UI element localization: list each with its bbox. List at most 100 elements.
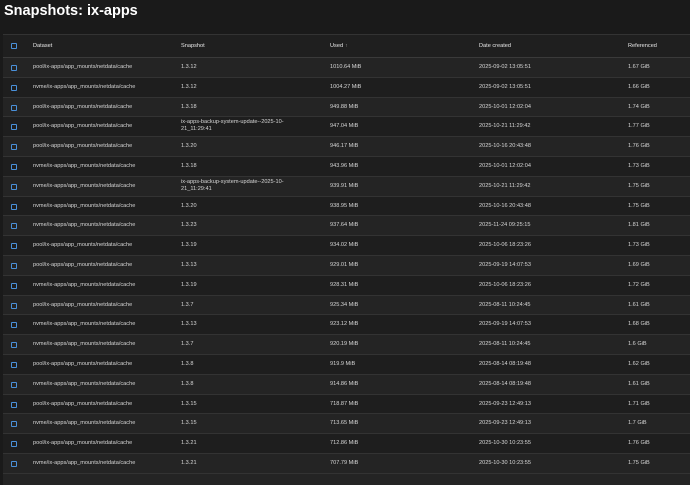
cell-date-created: 2025-08-14 08:19:48 xyxy=(479,361,531,367)
table-header: Dataset Snapshot Used ↑ Date created Refe… xyxy=(3,35,690,58)
table-row[interactable]: pool/ix-apps/app_mounts/netdata/cache 1.3… xyxy=(3,256,690,276)
table-row[interactable]: nvme/ix-apps/app_mounts/netdata/cache 1.3… xyxy=(3,335,690,355)
row-checkbox[interactable] xyxy=(11,144,17,151)
table-row[interactable]: nvme/ix-apps/app_mounts/netdata/cache 1.3… xyxy=(3,196,690,217)
cell-referenced: 1.71 GiB xyxy=(628,400,650,407)
table-row[interactable]: nvme/ix-apps/app_mounts/netdata/cache 1.3… xyxy=(3,315,690,336)
row-checkbox[interactable] xyxy=(11,243,17,250)
cell-used: 1004.27 MiB xyxy=(330,83,362,90)
cell-referenced: 1.72 GiB xyxy=(628,281,650,288)
table-row[interactable]: nvme/ix-apps/app_mounts/netdata/cache 1.3… xyxy=(3,216,690,237)
cell-date-created: 2025-09-02 13:05:51 xyxy=(479,64,531,70)
table-row[interactable]: pool/ix-apps/app_mounts/netdata/cache 1.3… xyxy=(3,355,690,375)
row-checkbox[interactable] xyxy=(11,441,17,448)
cell-dataset: pool/ix-apps/app_mounts/netdata/cache xyxy=(33,123,133,130)
cell-snapshot: 1.3.18 xyxy=(181,163,197,169)
row-checkbox[interactable] xyxy=(11,183,17,190)
cell-date-created: 2025-09-23 12:49:13 xyxy=(479,400,531,407)
cell-referenced: 1.73 GiB xyxy=(628,163,650,169)
cell-snapshot: ix-apps-backup-system-update--2025-10-21… xyxy=(181,178,284,192)
cell-snapshot: 1.3.20 xyxy=(181,202,197,209)
cell-referenced: 1.75 GiB xyxy=(628,182,650,189)
select-all-checkbox[interactable] xyxy=(11,43,17,49)
cell-date-created: 2025-09-19 14:07:53 xyxy=(479,321,531,328)
cell-dataset: nvme/ix-apps/app_mounts/netdata/cache xyxy=(33,182,136,189)
cell-date-created: 2025-10-16 20:43:48 xyxy=(479,143,531,150)
cell-dataset: nvme/ix-apps/app_mounts/netdata/cache xyxy=(33,163,136,169)
cell-dataset: pool/ix-apps/app_mounts/netdata/cache xyxy=(33,143,133,150)
cell-referenced: 1.77 GiB xyxy=(628,123,650,130)
column-header-date-created[interactable]: Date created xyxy=(479,43,511,50)
column-header-dataset[interactable]: Dataset xyxy=(33,43,52,50)
cell-dataset: pool/ix-apps/app_mounts/netdata/cache xyxy=(33,361,133,367)
table-row[interactable]: pool/ix-apps/app_mounts/netdata/cache ix-… xyxy=(3,117,690,138)
table-row[interactable]: pool/ix-apps/app_mounts/netdata/cache 1.3… xyxy=(3,58,690,78)
table-row[interactable]: pool/ix-apps/app_mounts/netdata/cache 1.3… xyxy=(3,434,690,454)
cell-date-created: 2025-09-02 13:05:51 xyxy=(479,83,531,90)
cell-used: 946.17 MiB xyxy=(330,143,359,150)
cell-date-created: 2025-09-19 14:07:53 xyxy=(479,262,531,268)
row-checkbox[interactable] xyxy=(11,164,17,170)
table-row[interactable]: pool/ix-apps/app_mounts/netdata/cache 1.3… xyxy=(3,137,690,157)
row-checkbox[interactable] xyxy=(11,223,17,230)
cell-used: 713.65 MiB xyxy=(330,420,359,427)
cell-used: 718.87 MiB xyxy=(330,400,359,407)
cell-dataset: nvme/ix-apps/app_mounts/netdata/cache xyxy=(33,321,136,328)
row-checkbox[interactable] xyxy=(11,203,17,210)
cell-snapshot: 1.3.8 xyxy=(181,361,194,367)
cell-dataset: pool/ix-apps/app_mounts/netdata/cache xyxy=(33,103,133,110)
row-checkbox[interactable] xyxy=(11,282,17,289)
cell-referenced: 1.73 GiB xyxy=(628,242,650,249)
row-checkbox[interactable] xyxy=(11,421,17,428)
cell-used: 1010.64 MiB xyxy=(330,64,362,70)
row-checkbox[interactable] xyxy=(11,104,17,111)
cell-snapshot: 1.3.23 xyxy=(181,222,197,229)
cell-dataset: pool/ix-apps/app_mounts/netdata/cache xyxy=(33,64,133,70)
cell-date-created: 2025-08-11 10:24:45 xyxy=(479,341,531,348)
column-header-referenced[interactable]: Referenced xyxy=(628,43,657,50)
table-row[interactable]: nvme/ix-apps/app_mounts/netdata/cache 1.3… xyxy=(3,77,690,98)
row-checkbox[interactable] xyxy=(11,362,17,368)
cell-snapshot: 1.3.19 xyxy=(181,281,197,288)
cell-referenced: 1.69 GiB xyxy=(628,262,650,268)
cell-date-created: 2025-10-30 10:23:55 xyxy=(479,460,531,466)
cell-referenced: 1.62 GiB xyxy=(628,361,650,367)
row-checkbox[interactable] xyxy=(11,65,17,71)
row-checkbox[interactable] xyxy=(11,342,17,349)
column-header-snapshot[interactable]: Snapshot xyxy=(181,43,205,50)
row-checkbox[interactable] xyxy=(11,302,17,309)
cell-snapshot: 1.3.13 xyxy=(181,321,197,328)
table-row[interactable]: nvme/ix-apps/app_mounts/netdata/cache 1.3… xyxy=(3,157,690,177)
cell-date-created: 2025-10-21 11:29:42 xyxy=(479,182,531,189)
cell-referenced: 1.68 GiB xyxy=(628,321,650,328)
sort-ascending-icon: ↑ xyxy=(345,43,348,49)
cell-used: 923.12 MiB xyxy=(330,321,359,328)
cell-date-created: 2025-08-11 10:24:45 xyxy=(479,301,531,308)
cell-dataset: nvme/ix-apps/app_mounts/netdata/cache xyxy=(33,281,136,288)
row-checkbox[interactable] xyxy=(11,401,17,408)
cell-dataset: pool/ix-apps/app_mounts/netdata/cache xyxy=(33,400,133,407)
cell-dataset: pool/ix-apps/app_mounts/netdata/cache xyxy=(33,440,133,447)
cell-snapshot: 1.3.15 xyxy=(181,420,197,427)
table-row[interactable]: pool/ix-apps/app_mounts/netdata/cache 1.3… xyxy=(3,97,690,118)
table-row[interactable]: nvme/ix-apps/app_mounts/netdata/cache 1.3… xyxy=(3,374,690,395)
cell-dataset: nvme/ix-apps/app_mounts/netdata/cache xyxy=(33,202,136,209)
table-row[interactable]: nvme/ix-apps/app_mounts/netdata/cache 1.3… xyxy=(3,414,690,435)
row-checkbox[interactable] xyxy=(11,322,17,329)
column-header-used[interactable]: Used ↑ xyxy=(330,43,348,50)
row-checkbox[interactable] xyxy=(11,124,17,131)
table-row[interactable]: nvme/ix-apps/app_mounts/netdata/cache ix-… xyxy=(3,176,690,197)
row-checkbox[interactable] xyxy=(11,84,17,91)
table-row[interactable]: pool/ix-apps/app_mounts/netdata/cache 1.3… xyxy=(3,295,690,316)
row-checkbox[interactable] xyxy=(11,381,17,388)
row-checkbox[interactable] xyxy=(11,263,17,269)
row-checkbox[interactable] xyxy=(11,461,17,467)
cell-used: 934.02 MiB xyxy=(330,242,359,249)
table-row[interactable]: nvme/ix-apps/app_mounts/netdata/cache 1.3… xyxy=(3,275,690,296)
table-row[interactable]: pool/ix-apps/app_mounts/netdata/cache 1.3… xyxy=(3,236,690,256)
cell-snapshot: 1.3.13 xyxy=(181,262,197,268)
cell-snapshot: 1.3.15 xyxy=(181,400,197,407)
cell-referenced: 1.67 GiB xyxy=(628,64,650,70)
cell-date-created: 2025-10-01 12:02:04 xyxy=(479,103,531,110)
table-row[interactable]: pool/ix-apps/app_mounts/netdata/cache 1.3… xyxy=(3,394,690,415)
